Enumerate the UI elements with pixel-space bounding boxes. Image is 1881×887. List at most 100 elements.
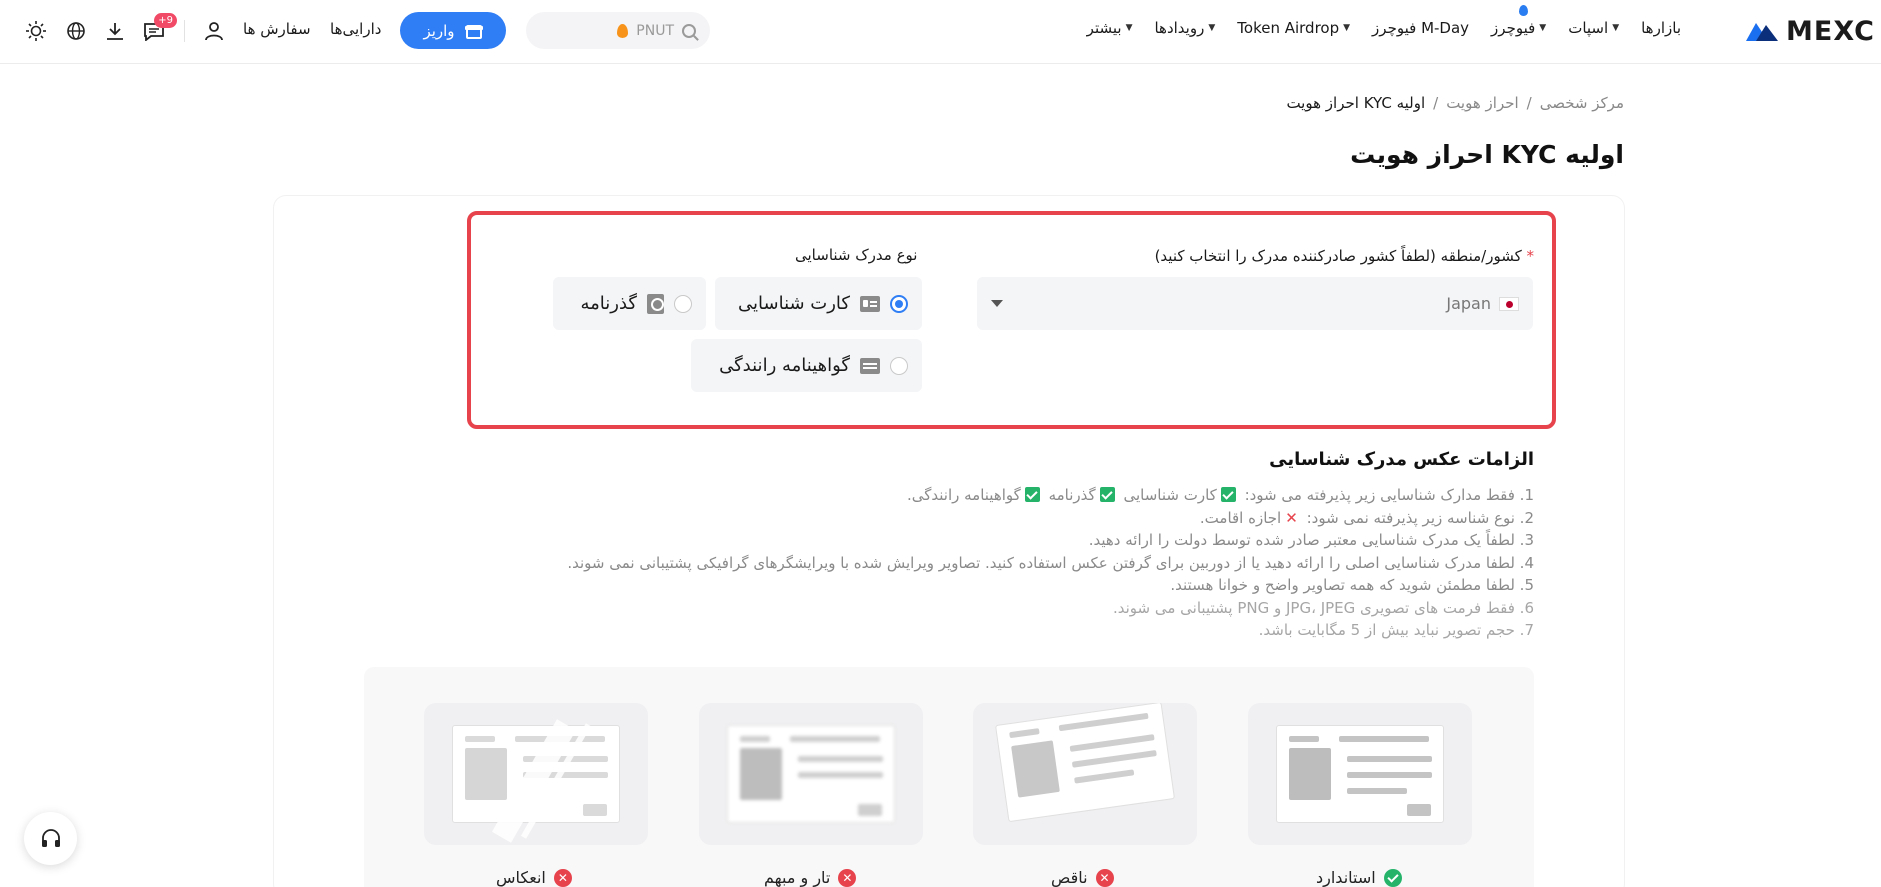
doctype-label: نوع مدرک شناسایی xyxy=(795,246,918,264)
nav-futures[interactable]: فیوچرز ▼ xyxy=(1491,5,1547,37)
country-value: Japan xyxy=(1446,294,1519,313)
nav-token-airdrop-label: Token Airdrop xyxy=(1237,19,1340,37)
requirements-list: 1. فقط مدارک شناسایی زیر پذیرفته می شود:… xyxy=(534,484,1534,642)
id-card-icon xyxy=(860,295,880,312)
nav-more-label: بیشتر xyxy=(1086,19,1122,37)
breadcrumb-verification[interactable]: احراز هویت xyxy=(1446,94,1518,112)
cross-circle-icon: ✕ xyxy=(838,868,857,887)
breadcrumb-personal-center[interactable]: مرکز شخصی xyxy=(1540,94,1624,112)
check-icon xyxy=(1099,487,1115,502)
radio-driver-license[interactable] xyxy=(890,356,908,375)
flame-icon xyxy=(617,23,629,38)
cross-circle-icon: ✕ xyxy=(553,868,572,887)
requirement-text: گذرنامه xyxy=(1048,486,1096,504)
sample-incomplete xyxy=(973,703,1197,845)
requirement-text: 1. فقط مدارک شناسایی زیر پذیرفته می شود: xyxy=(1244,486,1534,504)
country-label: * کشور/منطقه (لطفاً کشور صادرکننده مدرک … xyxy=(1155,247,1534,265)
nav-spot-label: اسپات xyxy=(1568,19,1609,37)
requirement-item: 2. نوع شناسه زیر پذیرفته نمی شود: ✕اجازه… xyxy=(534,507,1534,530)
requirement-item: 3. لطفاً یک مدرک شناسایی معتبر صادر شده … xyxy=(1088,531,1534,549)
chevron-down-icon: ▼ xyxy=(1125,23,1133,33)
country-select[interactable]: Japan xyxy=(977,277,1533,330)
theme-toggle-icon[interactable] xyxy=(21,16,51,46)
nav-markets[interactable]: بازارها xyxy=(1641,19,1681,37)
passport-icon xyxy=(647,293,664,314)
mexc-logo[interactable]: MEXC xyxy=(1744,14,1875,48)
requirement-text: اجازه اقامت. xyxy=(1199,508,1282,527)
logo-text: MEXC xyxy=(1786,15,1875,47)
nav-events-label: رویدادها xyxy=(1154,19,1205,37)
nav-spot[interactable]: اسپات ▼ xyxy=(1568,19,1619,37)
chevron-down-icon: ▼ xyxy=(1208,23,1216,33)
driver-license-icon xyxy=(860,357,880,374)
chevron-down-icon: ▼ xyxy=(1539,23,1547,33)
top-header: MEXC بازارها اسپات ▼ فیوچرز ▼ فیوچرز M-Day… xyxy=(0,0,1881,64)
requirement-text: گواهینامه رانندگی. xyxy=(906,486,1021,504)
chevron-down-icon xyxy=(991,300,1003,307)
search-input[interactable]: PNUT xyxy=(526,12,710,49)
download-icon[interactable] xyxy=(100,16,130,46)
notification-badge: +9 xyxy=(154,13,177,28)
header-divider xyxy=(184,20,185,42)
nav-futures-mday[interactable]: فیوچرز M-Day xyxy=(1372,19,1469,37)
chevron-down-icon: ▼ xyxy=(1343,23,1351,33)
sample-label-standard: استاندارد xyxy=(1316,868,1402,887)
mexc-logo-icon xyxy=(1746,23,1779,41)
sample-label-text: تار و مبهم xyxy=(764,868,831,887)
orders-link[interactable]: سفارش ها xyxy=(243,20,311,38)
option-passport[interactable]: گذرنامه xyxy=(553,277,706,330)
search-value: PNUT xyxy=(636,22,674,39)
globe-icon[interactable] xyxy=(61,16,91,46)
nav-futures-mday-label: فیوچرز M-Day xyxy=(1372,19,1470,37)
option-driver-license-label: گواهینامه رانندگی xyxy=(719,355,850,376)
radio-passport[interactable] xyxy=(674,294,692,313)
sample-id-illustration xyxy=(994,703,1176,823)
deposit-label: واریز xyxy=(423,21,455,40)
nav-token-airdrop[interactable]: Token Airdrop ▼ xyxy=(1237,19,1350,37)
nav-events[interactable]: رویدادها ▼ xyxy=(1154,19,1215,37)
requirement-item: 1. فقط مدارک شناسایی زیر پذیرفته می شود:… xyxy=(534,484,1534,507)
messages-icon[interactable]: +9 xyxy=(139,13,177,46)
radio-id-card[interactable] xyxy=(890,294,908,313)
headset-icon xyxy=(41,828,60,847)
required-mark: * xyxy=(1526,247,1535,265)
japan-flag-icon xyxy=(1499,296,1519,311)
page-title: احراز هویت KYC اولیه xyxy=(1350,140,1624,169)
requirement-text: 2. نوع شناسه زیر پذیرفته نمی شود: xyxy=(1306,508,1534,527)
check-icon xyxy=(1220,487,1236,502)
option-driver-license[interactable]: گواهینامه رانندگی xyxy=(691,339,922,392)
sample-label-text: انعکاس xyxy=(496,868,546,887)
cross-icon: ✕ xyxy=(1285,508,1298,527)
option-id-card[interactable]: کارت شناسایی xyxy=(715,277,922,330)
requirement-item: 5. لطفا مطمئن شوید که همه تصاویر واضح و … xyxy=(1170,576,1534,594)
sample-id-illustration xyxy=(1276,725,1444,823)
sample-label-blurry: ✕ تار و مبهم xyxy=(764,868,857,887)
sample-id-illustration xyxy=(452,719,620,843)
requirement-text: کارت شناسایی xyxy=(1123,486,1217,504)
assets-link[interactable]: دارایی‌ها xyxy=(330,20,381,38)
nav-markets-label: بازارها xyxy=(1641,19,1681,37)
sample-label-reflection: ✕ انعکاس xyxy=(496,868,572,887)
deposit-button[interactable]: واریز xyxy=(400,12,506,49)
customer-support-button[interactable] xyxy=(24,812,77,865)
requirements-title: الزامات عکس مدرک شناسایی xyxy=(1269,449,1534,470)
country-value-text: Japan xyxy=(1446,294,1491,313)
sample-label-incomplete: ✕ ناقص xyxy=(1051,868,1114,887)
main-nav: بازارها اسپات ▼ فیوچرز ▼ فیوچرز M-Day Toke… xyxy=(1087,5,1681,37)
sample-reflection xyxy=(424,703,648,845)
user-icon[interactable] xyxy=(199,16,229,46)
sample-id-illustration xyxy=(727,725,895,823)
flame-icon xyxy=(1518,5,1528,16)
nav-more[interactable]: بیشتر ▼ xyxy=(1087,19,1133,37)
breadcrumb: مرکز شخصی / احراز هویت / احراز هویت KYC … xyxy=(1286,94,1624,112)
country-label-text: کشور/منطقه (لطفاً کشور صادرکننده مدرک را… xyxy=(1154,247,1522,265)
option-id-card-label: کارت شناسایی xyxy=(738,293,850,314)
breadcrumb-separator: / xyxy=(1526,94,1532,112)
sample-blurry xyxy=(699,703,923,845)
sample-standard xyxy=(1248,703,1472,845)
nav-futures-label: فیوچرز xyxy=(1491,19,1536,37)
requirement-item: 7. حجم تصویر نباید بیش از 5 مگابایت باشد… xyxy=(1258,621,1534,639)
requirement-item: 6. فقط فرمت های تصویری JPG، JPEG و PNG پ… xyxy=(1112,598,1534,617)
sample-label-text: ناقص xyxy=(1051,868,1088,887)
cross-circle-icon: ✕ xyxy=(1095,868,1114,887)
